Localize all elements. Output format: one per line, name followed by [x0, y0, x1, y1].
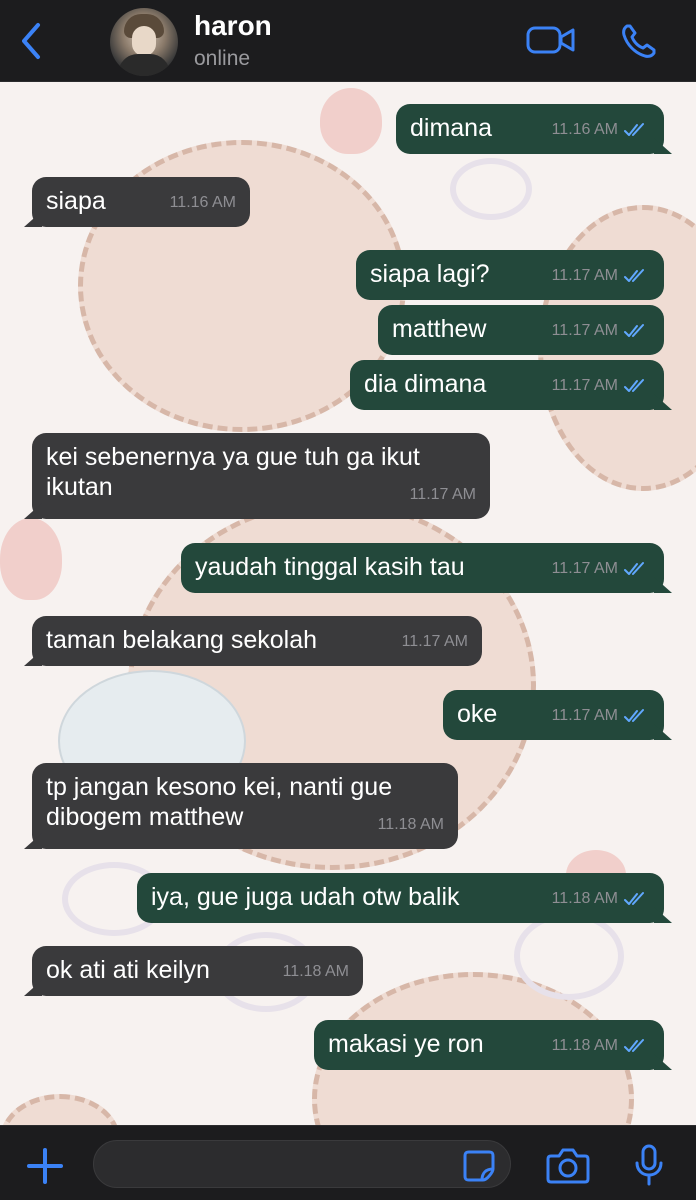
double-check-icon — [624, 269, 644, 282]
outgoing-message[interactable]: matthew 11.17 AM — [378, 305, 664, 355]
outgoing-message[interactable]: yaudah tinggal kasih tau 11.17 AM — [181, 543, 664, 593]
microphone-icon — [635, 1144, 663, 1186]
message-time: 11.18 AM — [551, 890, 618, 907]
message-time: 11.17 AM — [551, 322, 618, 339]
double-check-icon — [624, 123, 644, 136]
video-call-icon — [526, 26, 575, 54]
double-check-icon — [624, 562, 644, 575]
avatar[interactable] — [110, 8, 178, 76]
double-check-icon — [624, 709, 644, 722]
message-meta: 11.17 AM — [552, 701, 648, 731]
message-time: 11.18 AM — [282, 963, 349, 980]
message-meta: 11.17 AM — [552, 554, 648, 584]
message-meta: 11.18 AM — [283, 957, 349, 987]
message-time: 11.16 AM — [551, 121, 618, 138]
microphone-button[interactable] — [626, 1140, 672, 1190]
back-chevron-icon — [22, 23, 40, 59]
attach-button[interactable] — [22, 1143, 68, 1189]
phone-icon — [622, 24, 656, 58]
camera-icon — [546, 1148, 590, 1184]
message-meta: 11.18 AM — [552, 1031, 648, 1061]
outgoing-message[interactable]: makasi ye ron 11.18 AM — [314, 1020, 664, 1070]
camera-button[interactable] — [544, 1142, 592, 1188]
video-call-button[interactable] — [524, 20, 578, 60]
message-meta: 11.17 AM — [410, 480, 476, 510]
chat-background: dimana 11.16 AM siapa 11.16 AM siapa lagi? 11… — [0, 82, 696, 1125]
sticker-icon — [463, 1150, 495, 1182]
outgoing-message[interactable]: dia dimana 11.17 AM — [350, 360, 664, 410]
outgoing-message[interactable]: dimana 11.16 AM — [396, 104, 664, 154]
double-check-icon — [624, 1039, 644, 1052]
message-meta: 11.16 AM — [170, 188, 236, 218]
message-meta: 11.17 AM — [402, 627, 468, 657]
double-check-icon — [624, 324, 644, 337]
message-meta: 11.18 AM — [552, 884, 648, 914]
message-time: 11.17 AM — [409, 486, 476, 503]
message-time: 11.17 AM — [551, 267, 618, 284]
contact-status: online — [194, 47, 251, 70]
plus-icon — [27, 1148, 63, 1184]
incoming-message[interactable]: taman belakang sekolah 11.17 AM — [32, 616, 482, 666]
incoming-message[interactable]: siapa 11.16 AM — [32, 177, 250, 227]
incoming-message[interactable]: ok ati ati keilyn 11.18 AM — [32, 946, 363, 996]
back-button[interactable] — [10, 18, 50, 64]
message-input[interactable] — [93, 1140, 511, 1188]
double-check-icon — [624, 379, 644, 392]
message-time: 11.17 AM — [551, 377, 618, 394]
message-time: 11.17 AM — [551, 707, 618, 724]
message-meta: 11.18 AM — [378, 810, 444, 840]
message-meta: 11.16 AM — [552, 115, 648, 145]
sticker-button[interactable] — [456, 1146, 502, 1186]
outgoing-message[interactable]: oke 11.17 AM — [443, 690, 664, 740]
chat-header: haron online — [0, 0, 696, 82]
message-time: 11.18 AM — [551, 1037, 618, 1054]
contact-name[interactable]: haron — [194, 10, 272, 42]
incoming-message[interactable]: tp jangan kesono kei, nanti gue dibogem … — [32, 763, 458, 849]
composer-bar — [0, 1125, 696, 1200]
message-meta: 11.17 AM — [552, 316, 648, 346]
message-time: 11.17 AM — [551, 560, 618, 577]
outgoing-message[interactable]: siapa lagi? 11.17 AM — [356, 250, 664, 300]
double-check-icon — [624, 892, 644, 905]
phone-call-button[interactable] — [616, 18, 662, 64]
message-time: 11.16 AM — [169, 194, 236, 211]
message-meta: 11.17 AM — [552, 371, 648, 401]
message-time: 11.18 AM — [377, 816, 444, 833]
message-time: 11.17 AM — [401, 633, 468, 650]
message-meta: 11.17 AM — [552, 261, 648, 291]
outgoing-message[interactable]: iya, gue juga udah otw balik 11.18 AM — [137, 873, 664, 923]
incoming-message[interactable]: kei sebenernya ya gue tuh ga ikut ikutan… — [32, 433, 490, 519]
